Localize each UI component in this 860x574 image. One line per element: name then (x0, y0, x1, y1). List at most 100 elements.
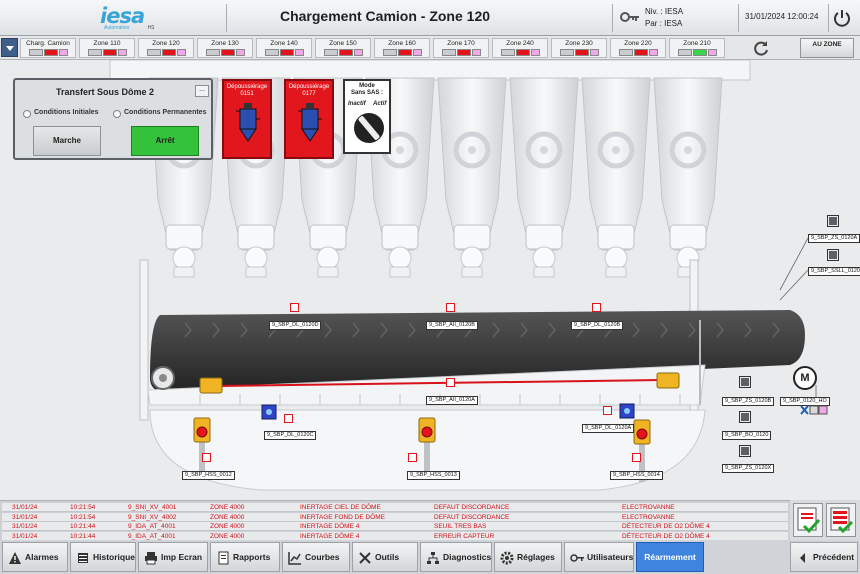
nav-rapports-button[interactable]: Rapports (210, 542, 280, 572)
nav-historique-button[interactable]: Historique (70, 542, 136, 572)
nav-diagnostics-button[interactable]: Diagnostics (420, 542, 492, 572)
zone-tile-label: Zone 210 (683, 40, 711, 47)
zone-tile[interactable]: Zone 170 (433, 38, 489, 58)
motor-symbol[interactable]: M (793, 366, 817, 390)
nav-imp-ecran-button[interactable]: Imp Ecran (138, 542, 208, 572)
nav-label: Diagnostics (443, 552, 492, 562)
power-icon[interactable] (832, 8, 852, 28)
gear-icon (500, 551, 514, 565)
zone-mode-indicator (531, 49, 540, 56)
alarm-row[interactable]: 31/01/24 10:21:54 9_SNI_XV_4001 ZONE 4000 IN… (2, 503, 788, 512)
nav-label: Imp Ecran (161, 552, 203, 562)
alarm-row[interactable]: 31/01/24 10:21:54 9_SNI_XV_4002 ZONE 4000 IN… (2, 512, 788, 522)
status-hss-0014[interactable] (632, 453, 641, 462)
depoussierage-0177[interactable]: Dépoussiérage 0177 (284, 79, 334, 159)
alarm-list-button[interactable] (826, 503, 856, 537)
zone-tile[interactable]: Zone 110 (79, 38, 135, 58)
motor-control-icon[interactable] (800, 405, 828, 415)
zone-tile[interactable]: Zone 220 (610, 38, 666, 58)
zone-tile-label: Zone 110 (93, 40, 121, 47)
nav-label: Réglages (517, 552, 555, 562)
status-dl-0120b[interactable] (592, 303, 601, 312)
menu-dropdown-button[interactable] (1, 38, 18, 57)
status-dl-0120d[interactable] (290, 303, 299, 312)
header-divider (828, 4, 829, 32)
logo-subtitle: Automation (104, 25, 130, 31)
status-indicator-zs-0120a[interactable] (827, 215, 839, 227)
status-hss-0012[interactable] (202, 453, 211, 462)
nav-label: Outils (375, 552, 400, 562)
zone-tile-label: Charg. Camion (26, 40, 70, 47)
zone-tile[interactable]: Zone 120 (138, 38, 194, 58)
alarm-date: 31/01/24 (12, 513, 38, 521)
nav-precedent-button[interactable]: Précédent (790, 542, 858, 572)
conditions-permanentes-radio[interactable] (113, 110, 121, 118)
zone-mode-indicator (295, 49, 304, 56)
zone-indicator (560, 49, 574, 56)
selector-switch-icon[interactable] (352, 111, 386, 145)
transfert-title: Transfert Sous Dôme 2 (55, 87, 155, 97)
key-icon (570, 554, 584, 562)
tag-dl-0120a: 9_SBP_DL_0120A (582, 424, 635, 433)
nav-label: Alarmes (25, 552, 59, 562)
zone-status-indicator (516, 49, 530, 56)
zone-tile[interactable]: Zone 160 (374, 38, 430, 58)
arret-button[interactable]: Arrêt (131, 126, 199, 156)
zone-tile[interactable]: Zone 140 (256, 38, 312, 58)
nav-alarmes-button[interactable]: Alarmes (2, 542, 68, 572)
alarm-date: 31/01/24 (12, 523, 38, 530)
nav-outils-button[interactable]: Outils (352, 542, 418, 572)
zone-tile[interactable]: Zone 240 (492, 38, 548, 58)
status-indicator-zs-0120b[interactable] (739, 376, 751, 388)
zone-indicator (265, 49, 279, 56)
au-zone-button[interactable]: AU ZONE (800, 38, 854, 58)
alarm-acknowledge-button[interactable] (793, 503, 823, 537)
nav-rearmement-button[interactable]: Réarmement (636, 542, 704, 572)
zone-tile[interactable]: Zone 130 (197, 38, 253, 58)
zone-tile[interactable]: Zone 150 (315, 38, 371, 58)
alarm-type: DEFAUT DISCORDANCE (434, 504, 510, 511)
status-dl-0120c[interactable] (284, 414, 293, 423)
zone-status-indicator (103, 49, 117, 56)
alarm-tag: 9_IDA_AT_4001 (128, 523, 176, 530)
mode-inactif-label: Inactif (348, 101, 366, 107)
status-aii-0120b[interactable] (446, 303, 455, 312)
refresh-icon[interactable] (752, 39, 770, 57)
status-indicator-bo-0120[interactable] (739, 411, 751, 423)
depoussierage-0151[interactable]: Dépoussiérage 0151 (222, 79, 272, 159)
tag-ssll-0120: 9_SBP_SSLL_0120 (808, 267, 860, 276)
zone-status-indicator (339, 49, 353, 56)
conditions-initiales-label: Conditions Initiales (34, 109, 99, 116)
alarm-row[interactable]: 31/01/24 10:21:44 9_IDA_AT_4001 ZONE 4000 IN… (2, 522, 788, 531)
iesa-logo: iesa Automation H1 (100, 4, 160, 32)
key-icon[interactable] (620, 11, 640, 23)
status-indicator-zs-0120x[interactable] (739, 445, 751, 457)
zone-status-indicator (221, 49, 235, 56)
nav-utilisateurs-button[interactable]: Utilisateurs (564, 542, 634, 572)
zone-mode-indicator (59, 49, 68, 56)
zone-tile[interactable]: Zone 230 (551, 38, 607, 58)
zone-indicator (88, 49, 102, 56)
marche-button[interactable]: Marche (33, 126, 101, 156)
zone-tile[interactable]: Charg. Camion (20, 38, 76, 58)
tag-bo-0120: 9_SBP_BO_0120 (722, 431, 772, 440)
alarm-device: ELECTROVANNE (622, 513, 675, 521)
status-indicator-ssll-0120[interactable] (827, 249, 839, 261)
status-hss-0013[interactable] (408, 453, 417, 462)
status-dl-0120a[interactable] (603, 406, 612, 415)
conditions-initiales-radio[interactable] (23, 110, 31, 118)
warning-icon (9, 552, 21, 564)
tag-dl-0120c: 9_SBP_DL_0120C (264, 431, 317, 440)
alarm-tag: 9_SNI_XV_4001 (128, 504, 177, 511)
zone-tile[interactable]: Zone 210 (669, 38, 725, 58)
tag-dl-0120b: 9_SBP_DL_0120B (571, 321, 624, 330)
nav-reglages-button[interactable]: Réglages (494, 542, 562, 572)
nav-courbes-button[interactable]: Courbes (282, 542, 350, 572)
tag-hss-0012: 9_SBP_HSS_0012 (182, 471, 235, 480)
mode-sans-sas-panel: Mode Sans SAS : Inactif Actif (343, 79, 391, 154)
zone-tile-label: Zone 120 (152, 40, 180, 47)
alarm-tag: 9_SNI_XV_4002 (128, 513, 177, 521)
transfert-more-button[interactable]: ... (195, 85, 209, 97)
user-info: Niv. : IESA Par : IESA (645, 6, 683, 30)
status-aii-0120a[interactable] (446, 378, 455, 387)
